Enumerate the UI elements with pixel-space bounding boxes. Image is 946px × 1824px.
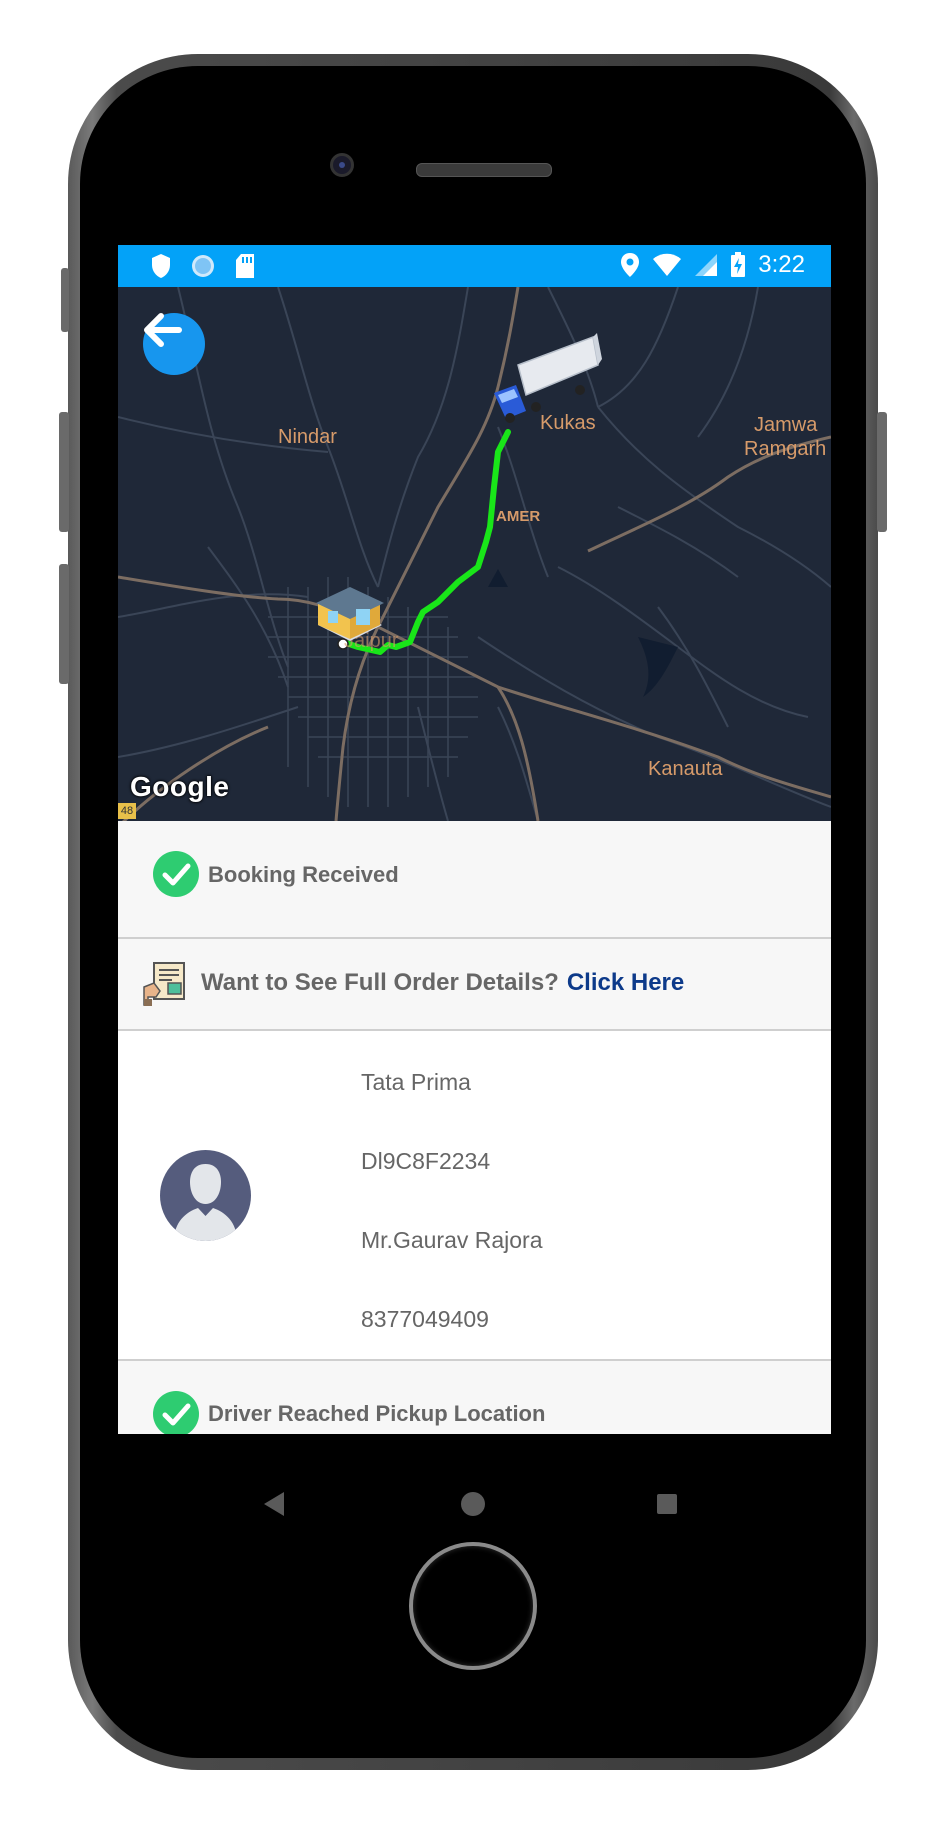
battery-charging-icon [731, 252, 746, 277]
driver-name: Mr.Gaurav Rajora [361, 1227, 543, 1253]
google-attribution: Google [130, 771, 230, 802]
status-time: 3:22 [758, 251, 805, 278]
circle-icon [192, 255, 214, 277]
order-details-row[interactable]: Want to See Full Order Details? Click Her… [118, 939, 831, 1031]
volume-down-button [59, 564, 69, 684]
arrow-left-icon [144, 313, 182, 347]
app-screen: 3:22 Nindar AMER Jamwa Ramgarh Jaipur Ka… [118, 245, 831, 1434]
driver-avatar [160, 1150, 251, 1241]
driver-reached-label: Driver Reached Pickup Location [208, 1401, 546, 1426]
person-icon [174, 1164, 237, 1241]
truck-icon[interactable] [494, 333, 602, 423]
back-triangle-icon[interactable] [262, 1491, 286, 1517]
driver-details-card: Tata Prima Dl9C8F2234 Mr.Gaurav Rajora 8… [118, 1031, 831, 1361]
booking-received-label: Booking Received [208, 862, 399, 887]
recents-square-icon[interactable] [656, 1493, 678, 1515]
front-camera [330, 153, 354, 177]
home-circle-icon[interactable] [460, 1491, 486, 1517]
status-bar: 3:22 [118, 245, 831, 287]
map-label-kanauta: Kanauta [648, 758, 723, 780]
earpiece-speaker [416, 163, 552, 177]
vehicle-model: Tata Prima [361, 1069, 471, 1095]
sd-card-icon [236, 254, 254, 278]
map-canvas: Nindar AMER Jamwa Ramgarh Jaipur Kanauta… [118, 287, 831, 821]
click-here-link[interactable]: Click Here [567, 969, 684, 996]
power-button [877, 412, 887, 532]
booking-received-row: Booking Received [118, 821, 831, 939]
home-button[interactable] [409, 1542, 537, 1670]
mute-switch [61, 268, 69, 332]
signal-icon [695, 254, 718, 276]
order-document-icon [143, 962, 185, 1006]
wifi-icon [653, 253, 682, 276]
map-view[interactable]: Nindar AMER Jamwa Ramgarh Jaipur Kanauta… [118, 287, 831, 821]
map-label-nindar: Nindar [278, 426, 337, 448]
map-label-jamwa: Jamwa [754, 414, 818, 436]
location-pin-icon [621, 253, 640, 277]
order-details-prompt: Want to See Full Order Details? [201, 969, 559, 996]
volume-up-button [59, 412, 69, 532]
map-label-amer: AMER [496, 508, 540, 525]
order-details-text: Want to See Full Order Details? Click Her… [201, 969, 684, 997]
check-circle-icon [153, 851, 199, 897]
check-circle-icon [153, 1391, 199, 1434]
back-button[interactable] [143, 313, 205, 375]
map-label-kukas: Kukas [540, 412, 596, 434]
driver-reached-row: Driver Reached Pickup Location [118, 1361, 831, 1434]
shield-icon [152, 254, 170, 278]
driver-phone[interactable]: 8377049409 [361, 1306, 489, 1333]
road-badge: 48 [118, 803, 136, 819]
vehicle-number: Dl9C8F2234 [361, 1148, 491, 1174]
map-label-ramgarh: Ramgarh [744, 438, 826, 460]
